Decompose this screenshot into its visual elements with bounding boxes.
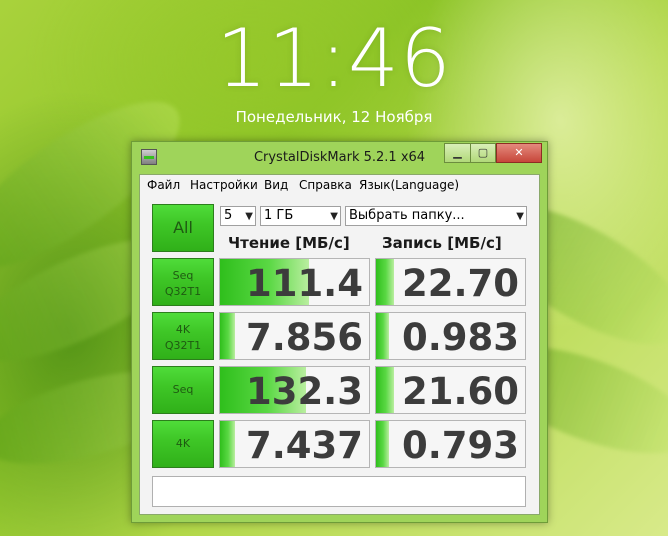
title-bar[interactable]: CrystalDiskMark 5.2.1 x64 ▁ ▢ ✕ <box>132 142 547 174</box>
test-button-seq-q32t1[interactable]: Seq Q32T1 <box>152 258 214 306</box>
test-count-value: 5 <box>224 208 233 223</box>
write-result-bar <box>376 259 394 305</box>
read-result-cell: 7.437 <box>219 420 370 468</box>
maximize-button[interactable]: ▢ <box>470 143 496 163</box>
lockscreen-date: Понедельник, 12 Ноября <box>235 108 433 126</box>
write-column-header: Запись [МБ/с] <box>382 234 502 252</box>
chevron-down-icon: ▼ <box>330 211 338 222</box>
write-result-value: 22.70 <box>401 262 519 305</box>
read-result-value: 7.437 <box>245 424 363 467</box>
test-button-label: Seq <box>172 383 194 396</box>
test-button-4k-q32t1[interactable]: 4K Q32T1 <box>152 312 214 360</box>
write-result-value: 0.983 <box>401 316 519 359</box>
test-button-label: 4K <box>175 323 191 336</box>
test-size-select[interactable]: 1 ГБ ▼ <box>260 206 341 226</box>
write-result-bar <box>376 421 390 467</box>
read-result-cell: 7.856 <box>219 312 370 360</box>
write-result-bar <box>376 367 394 413</box>
test-button-seq[interactable]: Seq <box>152 366 214 414</box>
write-result-value: 21.60 <box>401 370 519 413</box>
write-result-cell: 21.60 <box>375 366 526 414</box>
read-result-cell: 132.3 <box>219 366 370 414</box>
read-result-value: 7.856 <box>245 316 363 359</box>
folder-select-value: Выбрать папку... <box>349 208 465 223</box>
test-button-label: Seq <box>172 269 194 282</box>
test-button-sublabel: Q32T1 <box>164 339 202 352</box>
test-button-sublabel: Q32T1 <box>164 285 202 298</box>
write-result-value: 0.793 <box>401 424 519 467</box>
chevron-down-icon: ▼ <box>245 211 253 222</box>
client-area: Файл Настройки Вид Справка Язык(Language… <box>139 174 540 515</box>
test-button-label: 4K <box>175 437 191 450</box>
read-column-header: Чтение [МБ/с] <box>228 234 350 252</box>
close-button[interactable]: ✕ <box>496 143 542 163</box>
menu-settings[interactable]: Настройки <box>190 178 258 192</box>
test-button-4k[interactable]: 4K <box>152 420 214 468</box>
test-count-select[interactable]: 5 ▼ <box>220 206 256 226</box>
read-result-value: 132.3 <box>245 370 363 413</box>
lockscreen-clock: 11:46 <box>216 12 452 105</box>
minimize-button[interactable]: ▁ <box>444 143 471 163</box>
menu-language[interactable]: Язык(Language) <box>359 178 459 192</box>
all-tests-button[interactable]: All <box>152 204 214 252</box>
read-result-cell: 111.4 <box>219 258 370 306</box>
crystaldiskmark-window: CrystalDiskMark 5.2.1 x64 ▁ ▢ ✕ Файл Нас… <box>131 141 548 523</box>
status-comment-field[interactable] <box>152 476 526 507</box>
folder-select[interactable]: Выбрать папку... ▼ <box>345 206 527 226</box>
write-result-cell: 22.70 <box>375 258 526 306</box>
menu-bar: Файл Настройки Вид Справка Язык(Language… <box>140 175 539 195</box>
write-result-cell: 0.793 <box>375 420 526 468</box>
read-result-value: 111.4 <box>245 262 363 305</box>
read-result-bar <box>220 313 235 359</box>
menu-view[interactable]: Вид <box>264 178 288 192</box>
test-size-value: 1 ГБ <box>264 208 294 223</box>
read-result-bar <box>220 421 235 467</box>
chevron-down-icon: ▼ <box>516 211 524 222</box>
write-result-cell: 0.983 <box>375 312 526 360</box>
write-result-bar <box>376 313 390 359</box>
menu-help[interactable]: Справка <box>299 178 352 192</box>
menu-file[interactable]: Файл <box>147 178 180 192</box>
